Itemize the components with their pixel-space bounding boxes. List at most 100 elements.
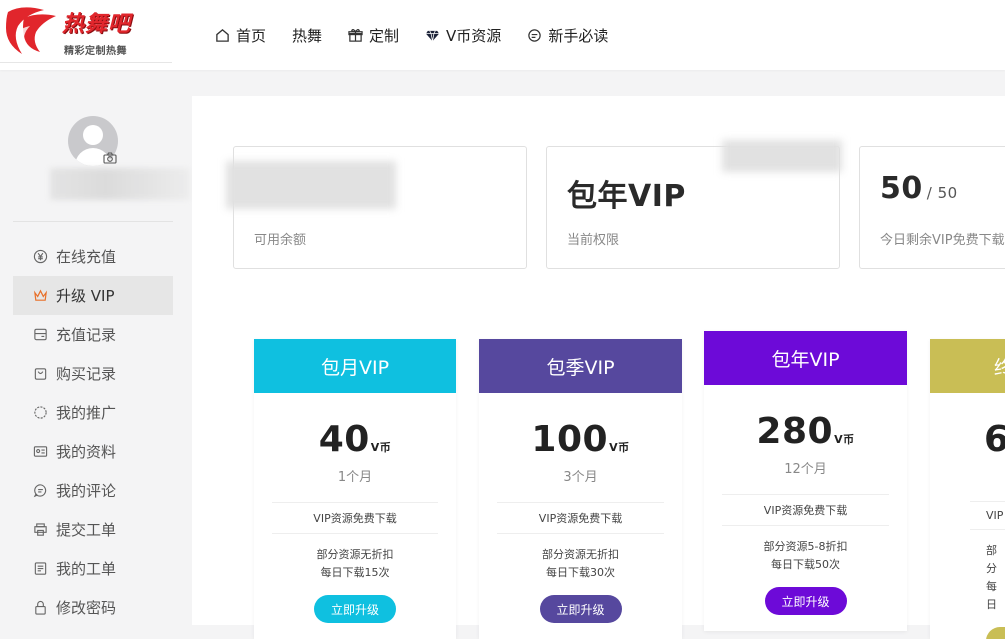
plan-price-value: 280 <box>756 411 834 452</box>
plan-feature-list: 部分资源无折扣 每日下载30次 <box>479 546 682 582</box>
plan-price: 40V币 <box>254 419 456 460</box>
balance-redacted <box>226 161 396 209</box>
sidebar-item-label: 我的工单 <box>56 560 117 578</box>
plan-feature: 每日下载15次 <box>320 566 390 579</box>
plan-feature-list: 部分资源5-8折扣 每日下载50次 <box>704 538 907 574</box>
sidebar-item-recharge-log[interactable]: 充值记录 <box>13 315 173 354</box>
diamond-icon <box>425 30 440 41</box>
plan-feature: 每日下载30次 <box>546 566 615 579</box>
stat-number: 50 <box>880 171 923 206</box>
plan-title: 包年VIP <box>704 331 907 385</box>
sidebar-menu: 在线充值 升级 VIP 充值记录 购买记录 我的推广 我的资料 我的评论 提交工… <box>13 237 173 627</box>
logo-mark-icon <box>6 7 56 55</box>
sidebar-item-label: 我的评论 <box>56 482 117 500</box>
plan-period: 12个月 <box>784 462 827 477</box>
plan-price-unit: V币 <box>370 441 392 454</box>
sidebar-item-promotion[interactable]: 我的推广 <box>13 393 173 432</box>
plan-price-unit: V币 <box>834 433 855 446</box>
plan-feature: 每日下载50次 <box>771 558 840 571</box>
plan-price: 280V币 <box>704 411 907 452</box>
sidebar-item-label: 我的资料 <box>56 443 117 461</box>
plan-feature: 部分资源5-8折扣 <box>763 540 848 553</box>
logo-title: 热舞吧 <box>62 12 132 37</box>
plan-price: 6 <box>984 419 1005 460</box>
nav-item-dance[interactable]: 热舞 <box>292 25 322 46</box>
plan-title: 包季VIP <box>479 339 682 393</box>
sidebar-item-label: 充值记录 <box>56 326 117 344</box>
vip-upgrade-panel: 可用余额 包年VIP 当前权限 50/ 50 今日剩余VIP免费下载 包月VIP… <box>192 96 1005 639</box>
sidebar-item-submit-ticket[interactable]: 提交工单 <box>13 510 173 549</box>
upgrade-button-yearly[interactable]: 立即升级 <box>764 587 847 615</box>
plan-price-value: 40 <box>318 419 370 460</box>
nav-item-label: V币资源 <box>446 26 502 45</box>
plan-card-monthly: 包月VIP 40V币 1个月 VIP资源免费下载 部分资源无折扣 每日下载15次… <box>254 339 456 639</box>
logo-subtitle: 精彩定制热舞 <box>64 46 127 57</box>
stat-label: 当前权限 <box>567 233 620 248</box>
gift-icon <box>348 28 363 42</box>
plan-feature-list: 部分资源无折扣 每日下载15次 <box>254 546 456 582</box>
redacted-overlay <box>722 140 842 172</box>
site-logo[interactable]: 热舞吧 精彩定制热舞 <box>4 4 172 62</box>
sidebar-divider <box>13 221 173 222</box>
stat-value: 包年VIP <box>567 179 686 214</box>
plan-feature: 每日 <box>986 580 997 611</box>
plan-period: 3个月 <box>563 470 598 485</box>
plan-price-value: 100 <box>531 419 609 460</box>
nav-item-label: 首页 <box>236 26 267 45</box>
plan-feature: VIP <box>970 501 1005 530</box>
plan-card-lifetime: 终 6 VIP 部分 每日 <box>930 339 1005 639</box>
upgrade-button-monthly[interactable]: 立即升级 <box>314 595 396 623</box>
list-icon <box>34 562 47 575</box>
comment-icon <box>33 484 47 498</box>
yen-icon <box>33 249 48 264</box>
nav-item-label: 定制 <box>369 26 400 45</box>
sidebar-item-profile[interactable]: 我的资料 <box>13 432 173 471</box>
nav-item-guide[interactable]: 新手必读 <box>527 25 608 46</box>
avatar-head <box>83 125 103 145</box>
stat-label: 可用余额 <box>254 233 307 248</box>
share-icon <box>34 406 47 419</box>
stat-label: 今日剩余VIP免费下载 <box>880 233 1005 248</box>
wallet-icon <box>34 328 47 341</box>
plan-feature-list: 部分 每日 <box>930 542 1005 614</box>
idcard-icon <box>33 446 48 457</box>
plan-card-yearly: 包年VIP 280V币 12个月 VIP资源免费下载 部分资源5-8折扣 每日下… <box>704 331 907 631</box>
upgrade-button-lifetime[interactable] <box>986 627 1005 639</box>
printer-icon <box>34 523 47 536</box>
plan-feature: 部分资源无折扣 <box>316 548 394 561</box>
sidebar-item-change-password[interactable]: 修改密码 <box>13 588 173 627</box>
chat-icon <box>528 28 542 42</box>
upgrade-button-quarterly[interactable]: 立即升级 <box>539 595 622 623</box>
home-icon <box>216 28 229 42</box>
stat-value: 50/ 50 <box>880 171 958 206</box>
sidebar-item-comments[interactable]: 我的评论 <box>13 471 173 510</box>
bag-icon <box>34 368 47 380</box>
sidebar-item-purchase-log[interactable]: 购买记录 <box>13 354 173 393</box>
plan-title: 终 <box>930 339 1005 393</box>
sidebar-item-label: 我的推广 <box>56 404 117 422</box>
nav-item-vcoin[interactable]: V币资源 <box>425 25 501 46</box>
sidebar-item-recharge[interactable]: 在线充值 <box>13 237 173 276</box>
nav-item-label: 新手必读 <box>548 26 609 45</box>
top-header: 热舞吧 精彩定制热舞 首页 热舞 定制 V币资源 新手必读 <box>0 0 1005 70</box>
plan-card-quarterly: 包季VIP 100V币 3个月 VIP资源免费下载 部分资源无折扣 每日下载30… <box>479 339 682 639</box>
nav-item-label: 热舞 <box>292 26 323 45</box>
sidebar-item-label: 购买记录 <box>56 365 117 383</box>
nav-item-custom[interactable]: 定制 <box>348 25 399 46</box>
sidebar-item-label: 在线充值 <box>56 248 117 266</box>
crown-icon <box>33 289 48 301</box>
camera-icon[interactable] <box>103 152 117 164</box>
plan-price: 100V币 <box>479 419 682 460</box>
sidebar-item-my-tickets[interactable]: 我的工单 <box>13 549 173 588</box>
stat-unit: / 50 <box>926 184 958 202</box>
logo-divider <box>0 62 172 63</box>
plan-feature: 部分 <box>986 544 997 575</box>
stat-card-free-downloads: 50/ 50 今日剩余VIP免费下载 <box>859 146 1005 269</box>
plan-price-unit: V币 <box>609 441 630 454</box>
sidebar-item-upgrade-vip[interactable]: 升级 VIP <box>13 276 173 315</box>
plan-feature: VIP资源免费下载 <box>722 494 889 526</box>
nav-item-home[interactable]: 首页 <box>215 25 266 46</box>
username-redacted <box>50 168 190 200</box>
sidebar-item-label: 提交工单 <box>56 521 117 539</box>
lock-icon <box>35 600 46 615</box>
